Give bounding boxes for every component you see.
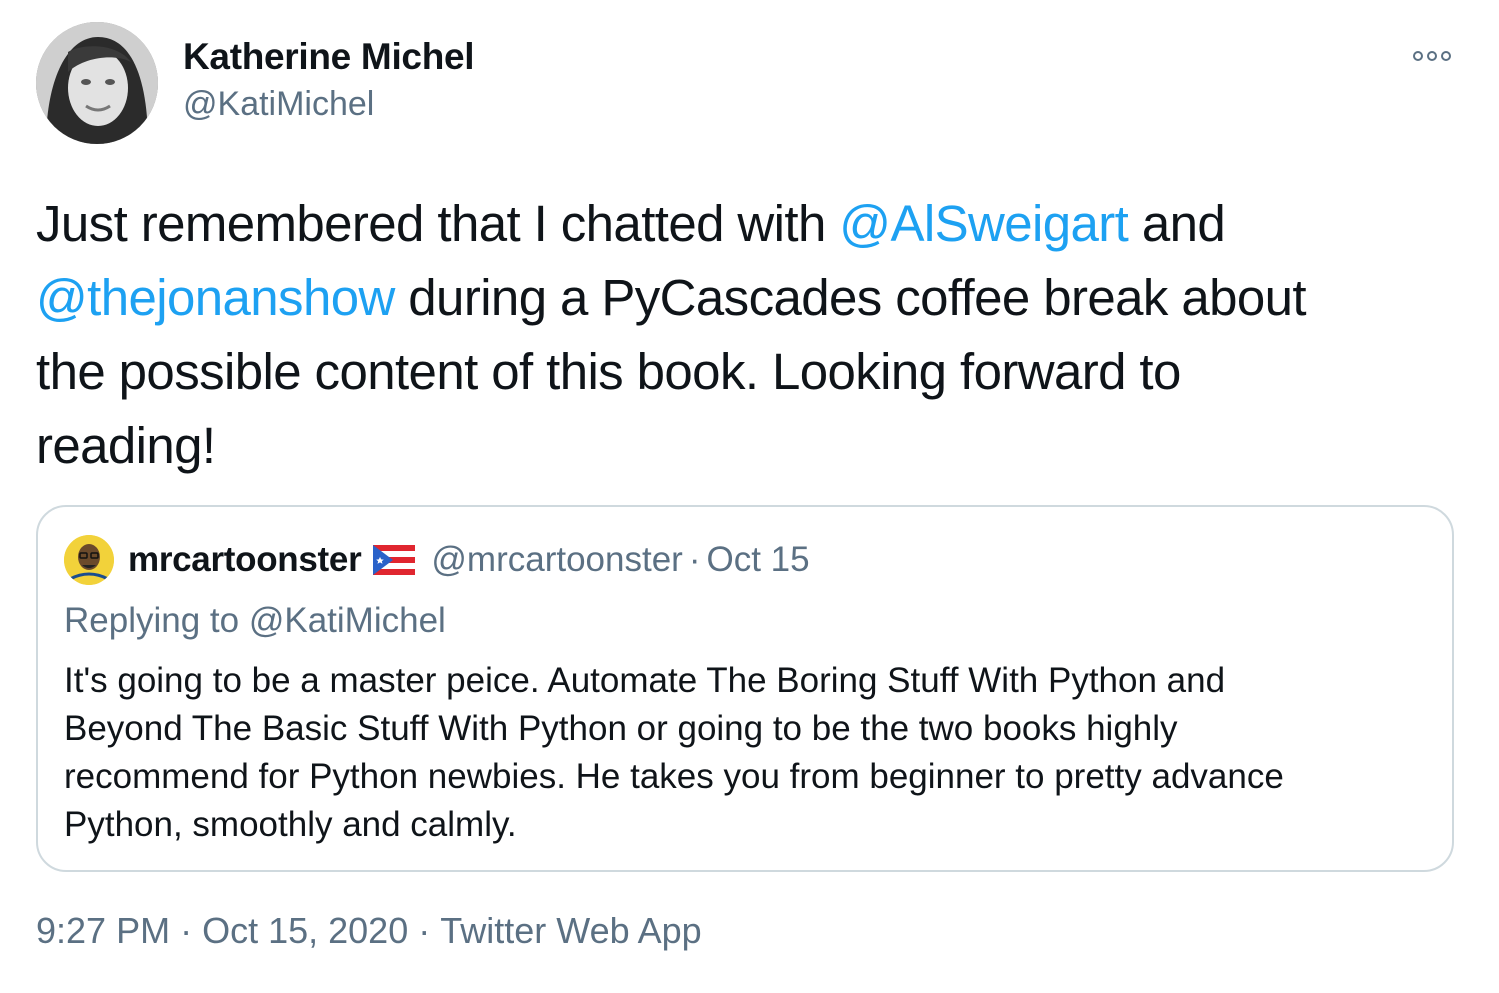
tweet-text-segment: during a PyCascades coffee break about <box>394 269 1306 326</box>
tweet-text-segment: the possible content of this book. Looki… <box>36 343 1181 400</box>
quoted-tweet-line: recommend for Python newbies. He takes y… <box>64 757 1284 796</box>
tweet-text: Just remembered that I chatted with @AlS… <box>36 187 1466 483</box>
quoted-author-avatar-image <box>64 535 114 585</box>
mention-alsweigart[interactable]: @AlSweigart <box>839 195 1129 252</box>
mention-thejonanshow[interactable]: @thejonanshow <box>36 269 395 326</box>
tweet: Katherine Michel @KatiMichel Just rememb… <box>0 0 1499 993</box>
more-horizontal-icon <box>1441 51 1451 61</box>
quoted-author-avatar[interactable] <box>64 535 114 585</box>
more-horizontal-icon <box>1427 51 1437 61</box>
more-options-button[interactable] <box>1404 44 1460 68</box>
quoted-tweet-date[interactable]: Oct 15 <box>707 540 810 580</box>
quoted-tweet-line: It's going to be a master peice. Automat… <box>64 661 1226 700</box>
tweet-line: Just remembered that I chatted with @AlS… <box>36 187 1466 261</box>
tweet-line: the possible content of this book. Looki… <box>36 335 1466 409</box>
tweet-time[interactable]: 9:27 PM <box>36 910 170 951</box>
puerto-rico-flag-icon <box>373 545 416 575</box>
tweet-metadata: 9:27 PM · Oct 15, 2020 · Twitter Web App <box>36 910 702 952</box>
separator-dot: · <box>418 910 431 951</box>
replying-to-label: Replying to @KatiMichel <box>64 601 446 640</box>
tweet-text-segment: and <box>1128 195 1226 252</box>
more-horizontal-icon <box>1413 51 1423 61</box>
separator-dot: · <box>688 540 701 579</box>
quoted-author-name[interactable]: mrcartoonster <box>128 540 362 580</box>
quoted-tweet-text: It's going to be a master peice. Automat… <box>64 657 1434 849</box>
tweet-text-segment: Just remembered that I chatted with <box>36 195 840 252</box>
quoted-tweet-line: Beyond The Basic Stuff With Python or go… <box>64 709 1178 748</box>
tweet-source-link[interactable]: Twitter Web App <box>440 910 701 951</box>
author-avatar[interactable] <box>36 22 158 144</box>
author-name[interactable]: Katherine Michel <box>183 36 475 78</box>
separator-dot: · <box>180 910 193 951</box>
author-handle[interactable]: @KatiMichel <box>183 85 374 124</box>
tweet-line: reading! <box>36 409 1466 483</box>
tweet-line: @thejonanshow during a PyCascades coffee… <box>36 261 1466 335</box>
quoted-tweet-card[interactable]: mrcartoonster @mrcartoonster · Oct 15 Re… <box>36 505 1454 872</box>
quoted-author-handle[interactable]: @mrcartoonster <box>431 540 682 580</box>
tweet-text-segment: reading! <box>36 417 216 474</box>
quoted-tweet-line: Python, smoothly and calmly. <box>64 805 517 844</box>
tweet-date[interactable]: Oct 15, 2020 <box>202 910 408 951</box>
quoted-tweet-header: mrcartoonster @mrcartoonster · Oct 15 <box>128 537 810 583</box>
author-avatar-image <box>36 22 158 144</box>
